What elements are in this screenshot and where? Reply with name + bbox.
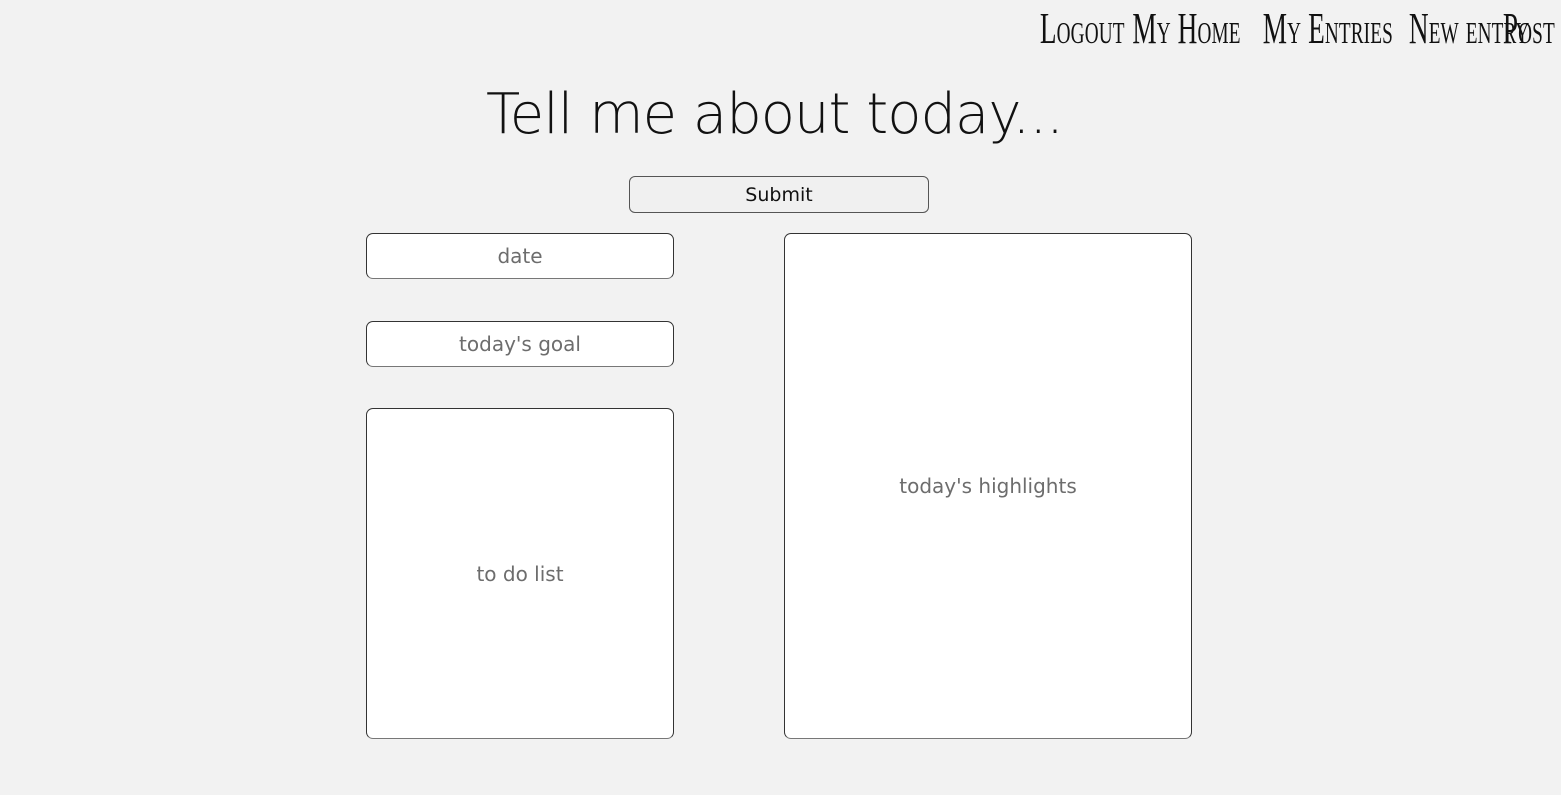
todays-highlights-textarea[interactable]: today's highlights (784, 233, 1192, 739)
todo-list-textarea[interactable]: to do list (366, 408, 674, 739)
date-field[interactable]: date (366, 233, 674, 279)
page-title-text: Tell me about today... (486, 82, 1064, 147)
nav-post-link[interactable]: Post (1503, 7, 1555, 51)
nav-my-home-link[interactable]: My Home (1133, 7, 1241, 51)
todays-goal-field[interactable]: today's goal (366, 321, 674, 367)
goal-placeholder: today's goal (459, 332, 581, 356)
todo-placeholder: to do list (476, 561, 564, 586)
nav-my-entries-link[interactable]: My Entries (1263, 7, 1393, 51)
highlights-placeholder: today's highlights (899, 474, 1077, 498)
submit-button[interactable]: Submit (629, 176, 929, 213)
page-title: Tell me about today... (0, 82, 1561, 147)
nav-logout-link[interactable]: Logout (1040, 7, 1125, 51)
top-nav: Logout My Home My Entries New entry Post (1040, 0, 1555, 58)
date-placeholder: date (497, 244, 543, 268)
